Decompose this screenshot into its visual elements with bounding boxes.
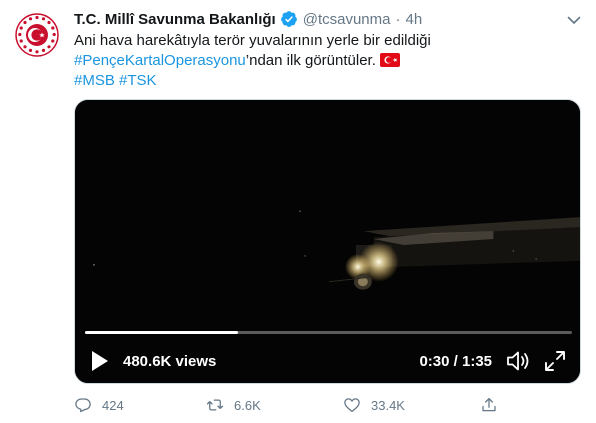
reply-icon <box>75 398 91 413</box>
verified-badge-icon <box>280 10 298 28</box>
tweet-text: Ani hava harekâtıyla terör yuvalarının y… <box>74 31 579 91</box>
video-player[interactable]: 480.6K views 0:30 / 1:35 <box>74 99 581 384</box>
like-button[interactable]: 33.4K <box>343 393 405 417</box>
fullscreen-icon[interactable] <box>544 350 566 372</box>
turkey-flag-emoji <box>379 53 400 67</box>
video-timecode: 0:30 / 1:35 <box>419 353 492 370</box>
tweet-header: T.C. Millî Savunma Bakanlığı @tcsavunma … <box>74 9 422 29</box>
chevron-down-icon[interactable] <box>566 12 582 28</box>
separator-dot: · <box>395 10 401 28</box>
share-icon <box>482 397 496 412</box>
retweet-button[interactable]: 6.6K <box>206 393 261 417</box>
reply-count: 424 <box>102 397 124 413</box>
retweet-count: 6.6K <box>234 397 261 413</box>
retweet-icon <box>206 399 224 411</box>
video-progress-fill <box>85 331 239 334</box>
timestamp[interactable]: 4h <box>405 11 422 28</box>
view-count: 480.6K views <box>123 353 217 370</box>
user-handle[interactable]: @tcsavunma <box>303 11 391 28</box>
tweet-text-line-3: #MSB #TSK <box>74 71 579 91</box>
hashtag-tsk-link[interactable]: #TSK <box>119 72 157 89</box>
hashtag-msb-link[interactable]: #MSB <box>74 72 115 89</box>
reply-button[interactable]: 424 <box>74 393 124 417</box>
video-frame <box>75 100 580 383</box>
tweet-text-suffix: ’ndan ilk görüntüler. <box>245 52 376 69</box>
hashtag-link[interactable]: #PençeKartalOperasyonu <box>74 52 246 69</box>
video-progress-bar[interactable] <box>85 331 572 334</box>
share-button[interactable] <box>480 393 498 417</box>
display-name[interactable]: T.C. Millî Savunma Bakanlığı <box>74 11 276 28</box>
volume-icon[interactable] <box>506 349 532 373</box>
tweet-text-line-1: Ani hava harekâtıyla terör yuvalarının y… <box>74 32 431 49</box>
like-count: 33.4K <box>371 397 405 413</box>
tweet-card[interactable]: T.C. Millî Savunma Bakanlığı @tcsavunma … <box>0 0 596 423</box>
msb-emblem-logo <box>13 11 61 59</box>
play-icon[interactable] <box>89 349 111 373</box>
heart-icon <box>344 398 360 413</box>
tweet-text-line-2: #PençeKartalOperasyonu’ndan ilk görüntül… <box>74 51 579 71</box>
avatar[interactable] <box>13 11 61 59</box>
tweet-actions: 424 6.6K 33.4K <box>74 393 504 417</box>
